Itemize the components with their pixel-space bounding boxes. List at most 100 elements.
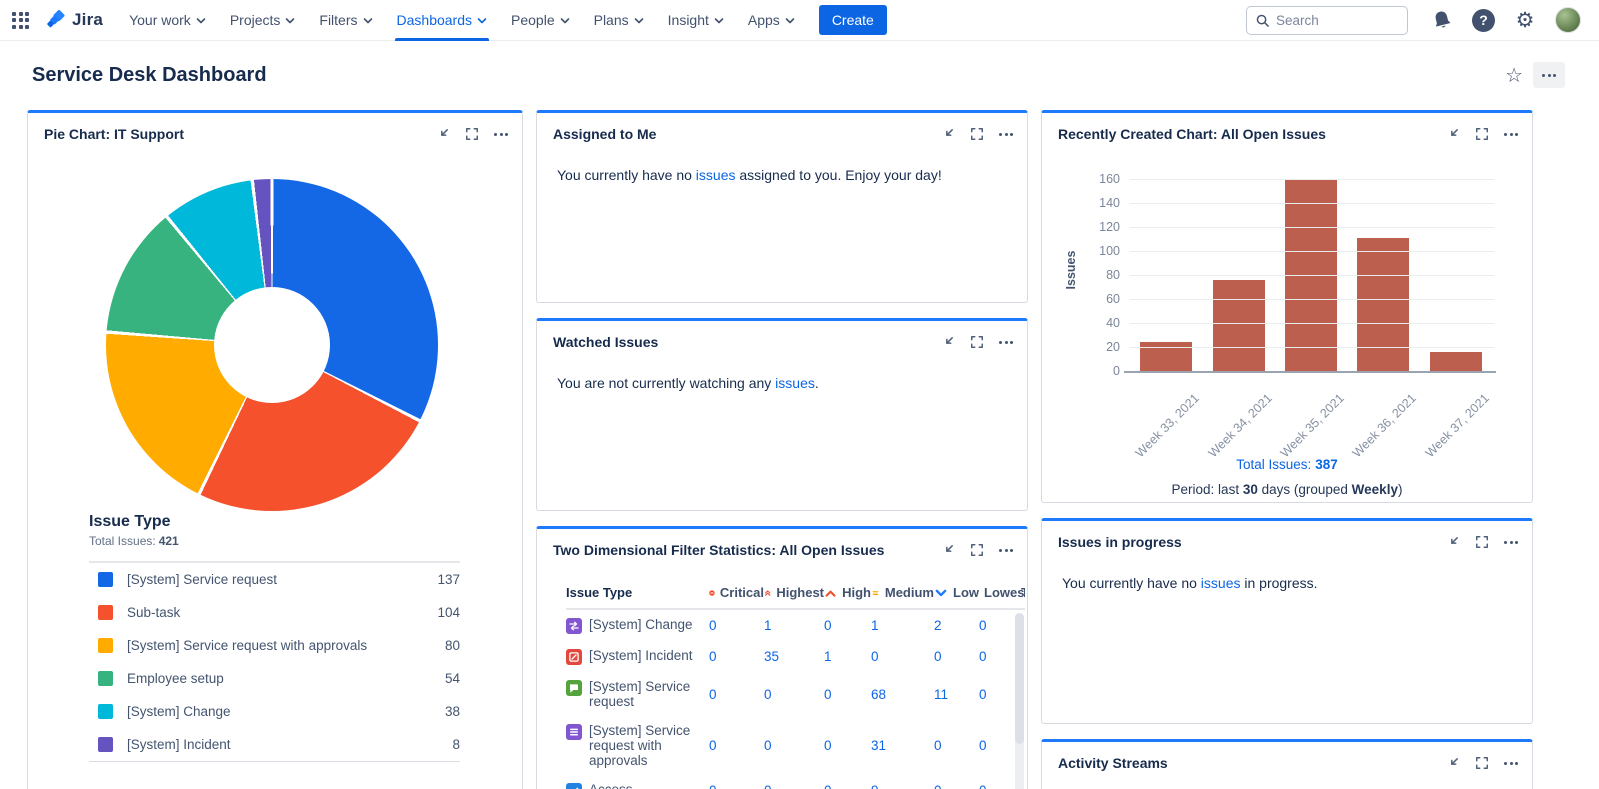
nav-item-plans[interactable]: Plans bbox=[582, 0, 656, 41]
stat-value-link[interactable]: 0 bbox=[871, 649, 879, 664]
more-icon[interactable] bbox=[999, 131, 1013, 138]
minimize-icon[interactable] bbox=[940, 335, 955, 350]
nav-item-dashboards[interactable]: Dashboards bbox=[385, 0, 500, 41]
stat-value-link[interactable]: 1 bbox=[824, 649, 832, 664]
more-icon[interactable] bbox=[1504, 760, 1518, 767]
stat-value[interactable]: 0 bbox=[764, 687, 824, 702]
stat-value[interactable]: 0 bbox=[934, 649, 979, 664]
jira-logo-icon bbox=[45, 9, 67, 31]
page-more-icon[interactable] bbox=[1533, 62, 1565, 88]
app-switcher-icon[interactable] bbox=[12, 12, 29, 29]
issues-link[interactable]: issues bbox=[696, 167, 736, 183]
stat-value[interactable]: 0 bbox=[934, 783, 979, 789]
maximize-icon[interactable] bbox=[465, 127, 479, 141]
minimize-icon[interactable] bbox=[435, 127, 450, 142]
stat-value[interactable]: 0 bbox=[871, 649, 934, 664]
stat-value[interactable]: 0 bbox=[709, 618, 764, 633]
maximize-icon[interactable] bbox=[970, 335, 984, 349]
panel-actions bbox=[1445, 535, 1518, 550]
stat-value[interactable]: 11 bbox=[934, 687, 979, 702]
user-avatar[interactable] bbox=[1555, 7, 1581, 33]
nav-item-insight[interactable]: Insight bbox=[656, 0, 736, 41]
search-box[interactable] bbox=[1246, 6, 1408, 35]
nav-item-filters[interactable]: Filters bbox=[307, 0, 384, 41]
nav-item-projects[interactable]: Projects bbox=[218, 0, 308, 41]
notifications-bell-icon[interactable] bbox=[1426, 4, 1458, 36]
stat-value[interactable]: 2 bbox=[934, 618, 979, 633]
stat-value[interactable]: 0 bbox=[709, 687, 764, 702]
stat-value-link[interactable]: 9 bbox=[871, 783, 879, 789]
nav-item-apps[interactable]: Apps bbox=[736, 0, 807, 41]
more-icon[interactable] bbox=[999, 339, 1013, 346]
stat-value-link[interactable]: 0 bbox=[824, 687, 832, 702]
stat-value-link[interactable]: 0 bbox=[709, 738, 717, 753]
settings-gear-icon[interactable]: ⚙ bbox=[1512, 7, 1538, 33]
stat-value[interactable]: 0 bbox=[709, 738, 764, 753]
stat-value[interactable]: 1 bbox=[764, 618, 824, 633]
stat-value[interactable]: 31 bbox=[871, 738, 934, 753]
jira-logo[interactable]: Jira bbox=[45, 9, 103, 31]
stat-value-link[interactable]: 0 bbox=[709, 687, 717, 702]
stat-value[interactable]: 1 bbox=[871, 618, 934, 633]
minimize-icon[interactable] bbox=[940, 543, 955, 558]
stat-value-link[interactable]: 0 bbox=[824, 618, 832, 633]
star-favorite-icon[interactable]: ☆ bbox=[1505, 65, 1523, 85]
help-icon[interactable] bbox=[1472, 9, 1495, 32]
stat-value[interactable]: 0 bbox=[824, 687, 871, 702]
maximize-icon[interactable] bbox=[1475, 756, 1489, 770]
stat-value-link[interactable]: 0 bbox=[979, 783, 987, 789]
maximize-icon[interactable] bbox=[970, 543, 984, 557]
stat-value[interactable]: 0 bbox=[709, 783, 764, 789]
stat-value-link[interactable]: 0 bbox=[934, 783, 942, 789]
stat-value-link[interactable]: 68 bbox=[871, 687, 886, 702]
stat-value-link[interactable]: 1 bbox=[764, 618, 772, 633]
stat-value[interactable]: 35 bbox=[764, 649, 824, 664]
stat-value[interactable]: 0 bbox=[824, 738, 871, 753]
stat-value[interactable]: 9 bbox=[871, 783, 934, 789]
maximize-icon[interactable] bbox=[1475, 535, 1489, 549]
stat-value-link[interactable]: 31 bbox=[871, 738, 886, 753]
stat-value-link[interactable]: 0 bbox=[824, 738, 832, 753]
stat-value-link[interactable]: 0 bbox=[979, 618, 987, 633]
stat-value-link[interactable]: 0 bbox=[824, 783, 832, 789]
stat-value[interactable]: 0 bbox=[709, 649, 764, 664]
stat-value-link[interactable]: 1 bbox=[871, 618, 879, 633]
stat-value-link[interactable]: 0 bbox=[709, 783, 717, 789]
nav-item-people[interactable]: People bbox=[499, 0, 582, 41]
stat-value-link[interactable]: 0 bbox=[979, 738, 987, 753]
stat-value-link[interactable]: 0 bbox=[764, 738, 772, 753]
stat-value-link[interactable]: 0 bbox=[979, 649, 987, 664]
stat-value[interactable]: 0 bbox=[934, 738, 979, 753]
stat-value[interactable]: 0 bbox=[764, 783, 824, 789]
stat-value[interactable]: 1 bbox=[824, 649, 871, 664]
issues-link[interactable]: issues bbox=[775, 375, 815, 391]
table-scrollbar[interactable] bbox=[1015, 613, 1024, 789]
minimize-icon[interactable] bbox=[1445, 756, 1460, 771]
stat-value-link[interactable]: 0 bbox=[934, 738, 942, 753]
stat-value[interactable]: 0 bbox=[824, 783, 871, 789]
minimize-icon[interactable] bbox=[940, 127, 955, 142]
stat-value-link[interactable]: 2 bbox=[934, 618, 942, 633]
stat-value-link[interactable]: 35 bbox=[764, 649, 779, 664]
stat-value-link[interactable]: 0 bbox=[709, 618, 717, 633]
stat-value-link[interactable]: 0 bbox=[979, 687, 987, 702]
maximize-icon[interactable] bbox=[970, 127, 984, 141]
nav-item-your-work[interactable]: Your work bbox=[117, 0, 218, 41]
issue-type-access-icon bbox=[566, 783, 582, 789]
stat-value-link[interactable]: 0 bbox=[764, 687, 772, 702]
stat-value-link[interactable]: 11 bbox=[934, 687, 948, 702]
gridline bbox=[1130, 179, 1494, 180]
issues-link[interactable]: issues bbox=[1201, 575, 1241, 591]
stat-value[interactable]: 68 bbox=[871, 687, 934, 702]
stat-value-link[interactable]: 0 bbox=[764, 783, 772, 789]
more-icon[interactable] bbox=[999, 547, 1013, 554]
minimize-icon[interactable] bbox=[1445, 535, 1460, 550]
create-button[interactable]: Create bbox=[819, 5, 887, 35]
more-icon[interactable] bbox=[1504, 539, 1518, 546]
stat-value[interactable]: 0 bbox=[764, 738, 824, 753]
stat-value-link[interactable]: 0 bbox=[934, 649, 942, 664]
stat-value-link[interactable]: 0 bbox=[709, 649, 717, 664]
stat-value[interactable]: 0 bbox=[824, 618, 871, 633]
search-input[interactable] bbox=[1276, 13, 1386, 28]
more-icon[interactable] bbox=[494, 131, 508, 138]
